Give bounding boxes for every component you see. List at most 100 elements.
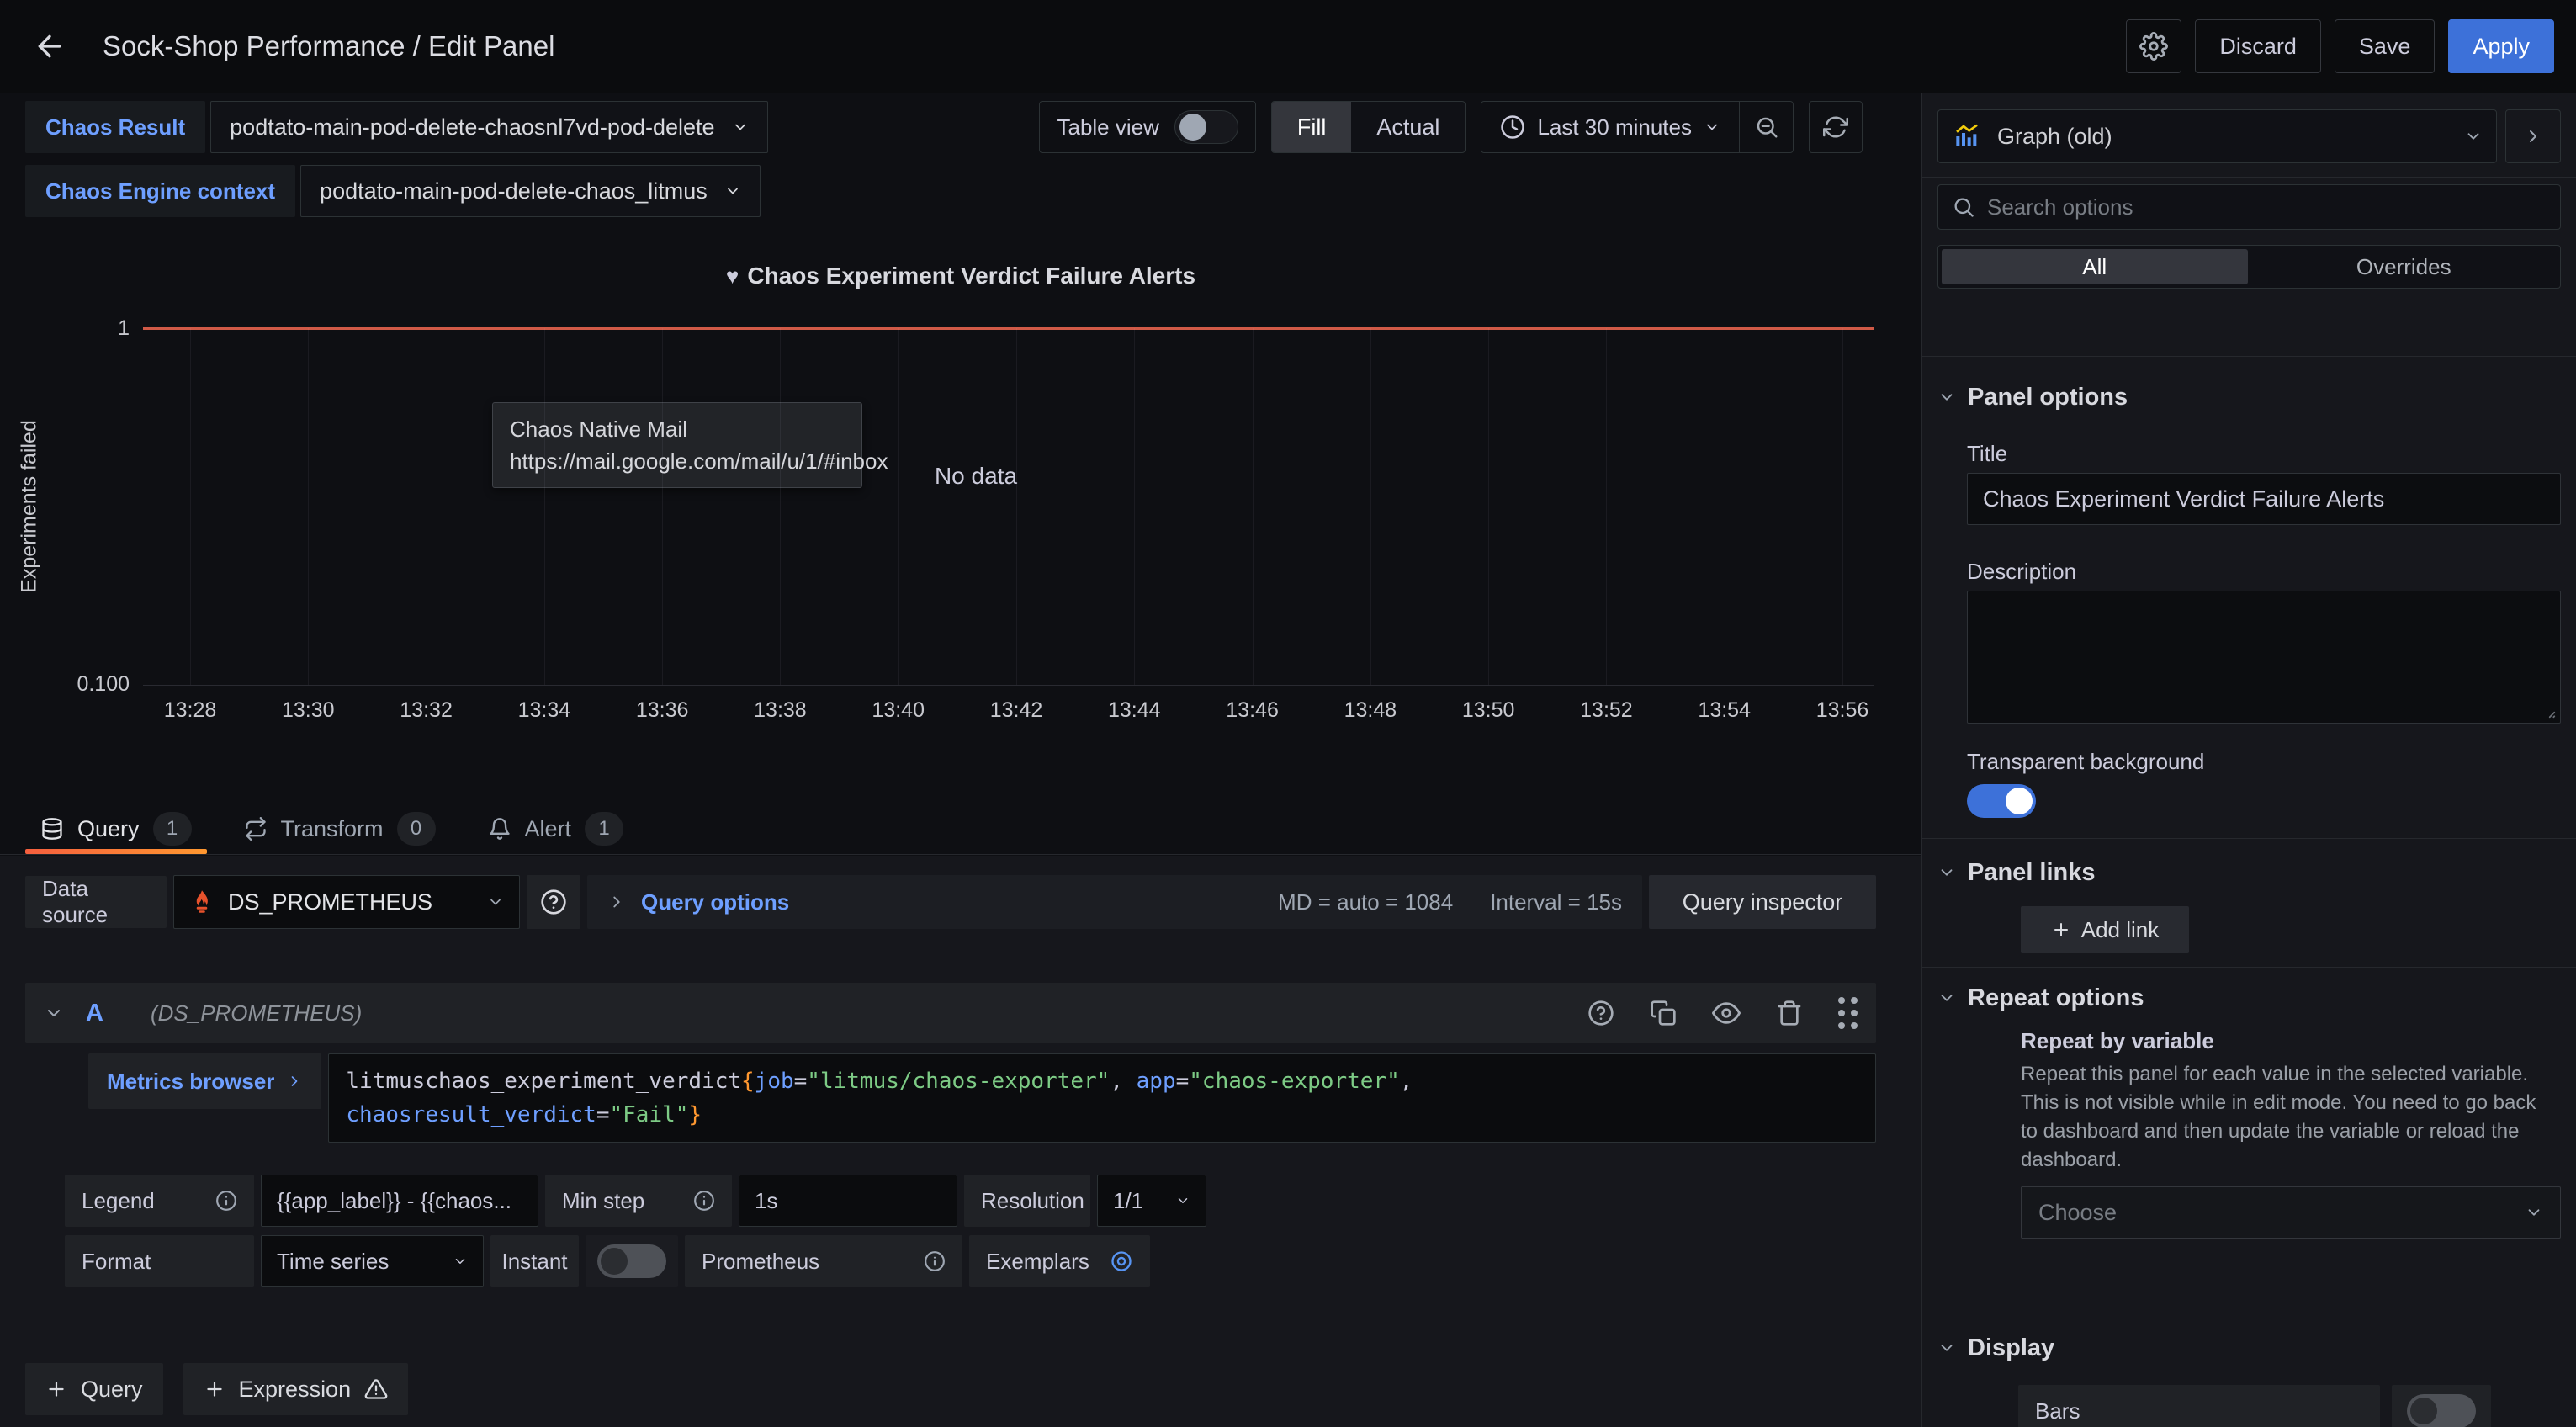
gridline [780, 328, 781, 685]
tab-query[interactable]: Query 1 [25, 804, 207, 854]
query-inspector-button[interactable]: Query inspector [1649, 875, 1876, 929]
chevron-down-icon [453, 1254, 468, 1269]
panel-description-textarea[interactable] [1967, 591, 2561, 724]
tab-query-count: 1 [153, 812, 192, 846]
x-tick-label: 13:28 [164, 698, 217, 723]
search-icon [1952, 195, 1975, 219]
clock-icon [1500, 114, 1525, 140]
options-search[interactable] [1937, 184, 2561, 230]
section-panel-links[interactable]: Panel links [1937, 856, 2561, 889]
legend-format-input[interactable]: {{app_label}} - {{chaos... [261, 1175, 538, 1227]
variable-chaos-engine-dropdown[interactable]: podtato-main-pod-delete-chaos_litmus [300, 165, 761, 217]
filter-all[interactable]: All [1942, 249, 2248, 284]
toggle-knob [1179, 114, 1206, 141]
instant-label-chip: Instant [490, 1235, 579, 1287]
fill-option[interactable]: Fill [1272, 102, 1352, 152]
query-options-row-2: Format Time series Instant Prometheus Ex… [65, 1235, 1876, 1287]
refresh-button[interactable] [1809, 101, 1863, 153]
filter-overrides[interactable]: Overrides [2251, 249, 2557, 284]
gridline [1370, 328, 1371, 685]
datasource-picker[interactable]: DS_PROMETHEUS [173, 875, 520, 929]
tab-transform-count: 0 [397, 812, 436, 846]
variable-chaos-result-dropdown[interactable]: podtato-main-pod-delete-chaosnl7vd-pod-d… [210, 101, 767, 153]
datasource-row: Data source DS_PROMETHEUS Query option [25, 875, 1876, 929]
collapse-chevron-icon[interactable] [44, 1003, 64, 1023]
datasource-help-button[interactable] [527, 875, 580, 929]
drag-handle-icon[interactable] [1838, 997, 1858, 1029]
chevron-right-icon [607, 893, 626, 911]
prometheus-label-chip: Prometheus [685, 1235, 962, 1287]
chevron-down-icon [1175, 1193, 1190, 1208]
panel-toolbar: Table view Fill Actual Last 30 minutes [1039, 101, 1863, 153]
section-display[interactable]: Display [1937, 1331, 2561, 1365]
toggle-options-pane-button[interactable] [2505, 109, 2561, 163]
section-repeat-options[interactable]: Repeat options [1937, 981, 2561, 1015]
gridline [308, 328, 309, 685]
table-view-toggle[interactable] [1174, 110, 1238, 144]
edit-panel-main: Chaos Result podtato-main-pod-delete-cha… [0, 93, 1921, 1427]
discard-button[interactable]: Discard [2195, 19, 2321, 73]
help-icon[interactable] [1587, 1000, 1614, 1026]
series-line-red [143, 327, 1874, 330]
x-tick-label: 13:52 [1580, 698, 1633, 723]
x-tick-label: 13:36 [636, 698, 689, 723]
variable-chaos-result: Chaos Result podtato-main-pod-delete-cha… [25, 101, 768, 153]
eye-icon[interactable] [1712, 999, 1741, 1027]
tab-transform[interactable]: Transform 0 [229, 804, 451, 854]
transform-icon [244, 817, 268, 841]
min-step-input[interactable]: 1s [739, 1175, 957, 1227]
section-panel-options[interactable]: Panel options [1937, 380, 2561, 414]
panel-links-content: Add link [1980, 906, 2561, 953]
info-icon [693, 1190, 715, 1212]
add-expression-button[interactable]: Expression [183, 1363, 409, 1415]
x-tick-label: 13:50 [1462, 698, 1515, 723]
visualization-select[interactable]: Graph (old) [1937, 109, 2497, 163]
duplicate-icon[interactable] [1650, 1000, 1677, 1026]
query-options-stats: MD = auto = 1084 Interval = 15s [1278, 889, 1622, 915]
actual-option[interactable]: Actual [1351, 102, 1465, 152]
trash-icon[interactable] [1776, 1000, 1803, 1026]
zoom-out-time-button[interactable] [1739, 102, 1793, 152]
format-select[interactable]: Time series [261, 1235, 484, 1287]
gear-icon [2139, 32, 2168, 61]
bars-label: Bars [2018, 1385, 2380, 1427]
divider [1922, 356, 2576, 357]
dashboard-variables: Chaos Result podtato-main-pod-delete-cha… [25, 101, 768, 217]
query-datasource-name: (DS_PROMETHEUS) [151, 1000, 362, 1026]
panel-settings-button[interactable] [2126, 19, 2181, 73]
graph-plot-area[interactable]: 1 0.100 Experiments failed 13:2813:3013:… [143, 328, 1874, 686]
panel-title-input[interactable] [1967, 473, 2561, 525]
query-row-header[interactable]: A (DS_PROMETHEUS) [25, 983, 1876, 1043]
exemplars-target-icon[interactable] [1110, 1249, 1133, 1273]
apply-button[interactable]: Apply [2448, 19, 2554, 73]
x-tick-label: 13:56 [1816, 698, 1869, 723]
repeat-variable-select[interactable]: Choose [2021, 1186, 2561, 1239]
query-options-bar[interactable]: Query options MD = auto = 1084 Interval … [587, 875, 1642, 929]
top-bar: Sock-Shop Performance / Edit Panel Disca… [0, 0, 2576, 93]
resize-handle-icon[interactable] [2538, 701, 2557, 719]
divider [1922, 967, 2576, 968]
tab-alert[interactable]: Alert 1 [473, 804, 639, 854]
time-range-button[interactable]: Last 30 minutes [1481, 102, 1739, 152]
instant-toggle[interactable] [597, 1244, 666, 1278]
gridline [1488, 328, 1489, 685]
save-button[interactable]: Save [2335, 19, 2436, 73]
panel-options-pane: Graph (old) All Overrides Panel options … [1921, 93, 2576, 1427]
add-link-button[interactable]: Add link [2021, 906, 2189, 953]
transparent-background-toggle[interactable] [1967, 784, 2036, 818]
resolution-select[interactable]: 1/1 [1097, 1175, 1206, 1227]
bars-toggle[interactable] [2407, 1394, 2476, 1427]
variable-value: podtato-main-pod-delete-chaos_litmus [320, 178, 708, 204]
options-search-input[interactable] [1987, 194, 2547, 220]
x-axis-ticks: 13:2813:3013:3213:3413:3613:3813:4013:42… [143, 698, 1874, 732]
add-query-button[interactable]: Query [25, 1363, 163, 1415]
x-tick-label: 13:46 [1226, 698, 1279, 723]
panel-preview: ♥Chaos Experiment Verdict Failure Alerts… [0, 227, 1921, 770]
bars-toggle-box [2392, 1385, 2491, 1427]
panel-title: ♥Chaos Experiment Verdict Failure Alerts [0, 263, 1921, 289]
promql-expression-input[interactable]: litmuschaos_experiment_verdict{job="litm… [328, 1053, 1876, 1143]
x-tick-label: 13:38 [754, 698, 807, 723]
metrics-browser-button[interactable]: Metrics browser [88, 1053, 321, 1109]
variable-label: Chaos Engine context [25, 165, 295, 217]
back-arrow-button[interactable] [22, 19, 77, 74]
